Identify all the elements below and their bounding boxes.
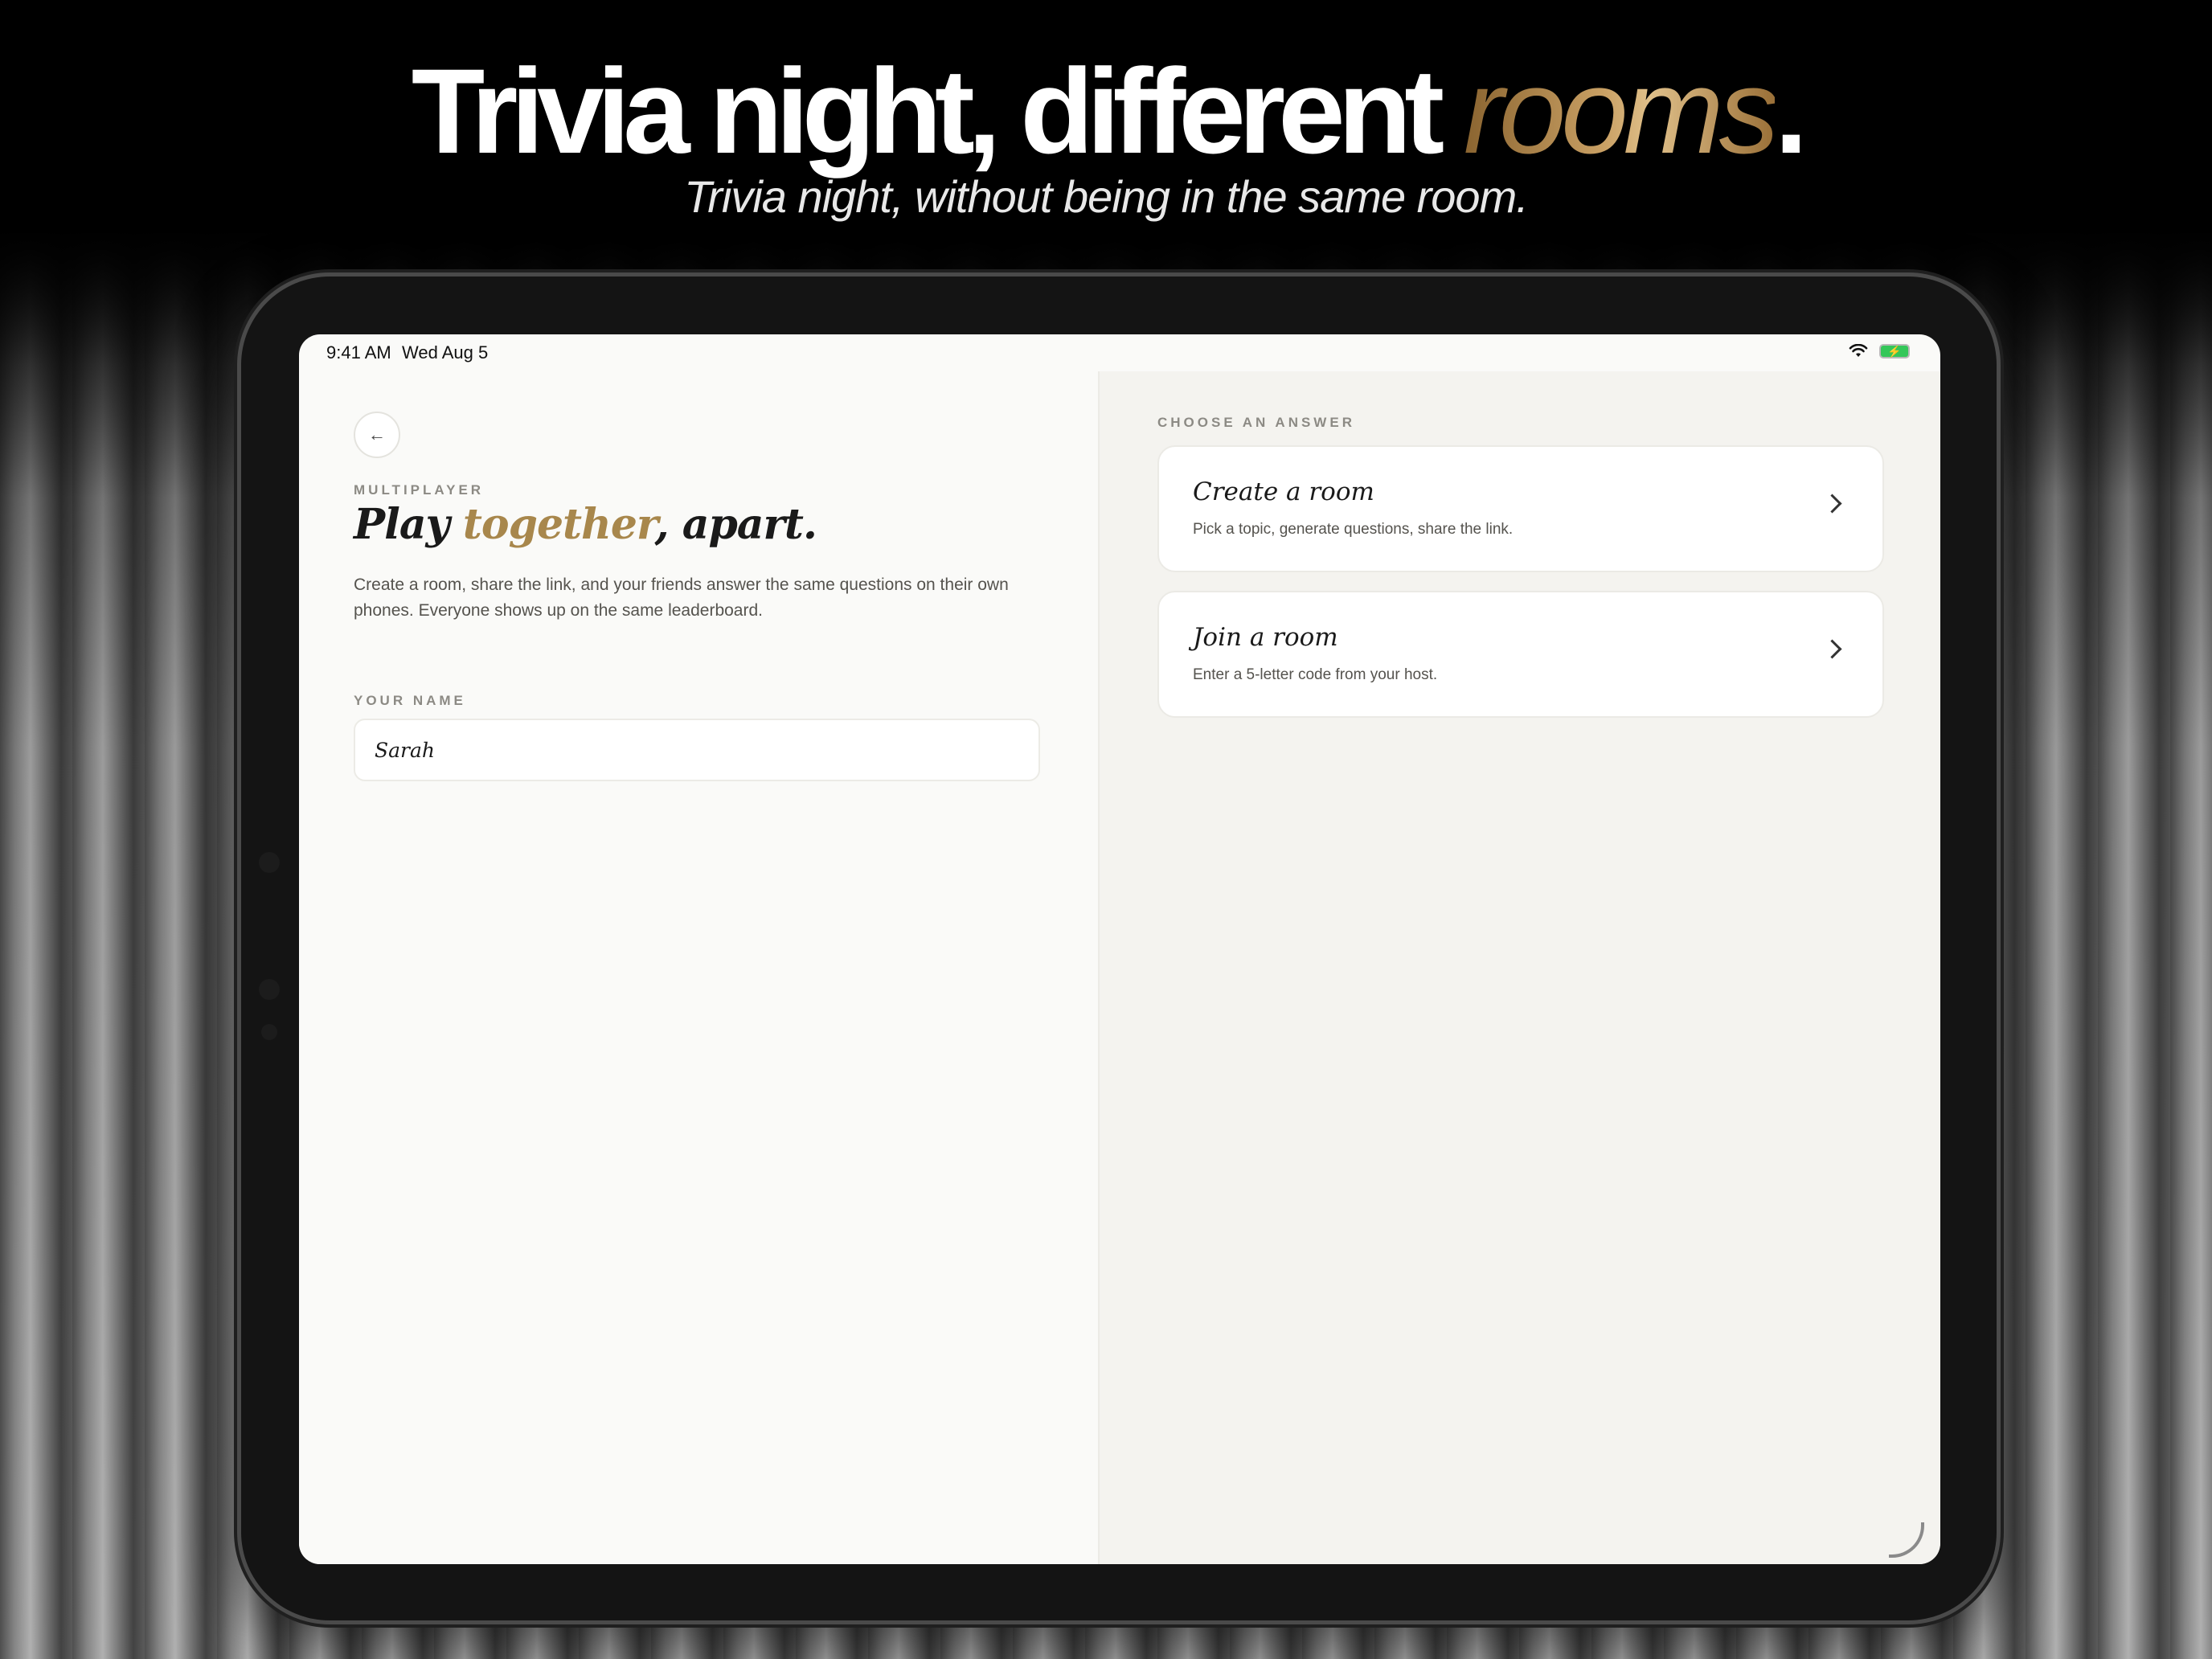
- create-room-title: Create a room: [1193, 477, 1374, 506]
- join-room-button[interactable]: Join a room Enter a 5-letter code from y…: [1157, 591, 1884, 718]
- headline-accent: rooms: [1463, 43, 1780, 178]
- chevron-right-icon: [1822, 494, 1842, 514]
- page-title: Play together, apart.: [354, 500, 817, 549]
- camera-dot: [261, 1024, 277, 1040]
- camera-dot: [259, 979, 280, 1000]
- battery-charging-icon: ⚡: [1879, 344, 1910, 358]
- name-field-label: YOUR NAME: [354, 693, 466, 708]
- marketing-headline: Trivia night, different rooms.: [0, 39, 2212, 183]
- marketing-subheadline: Trivia night, without being in the same …: [684, 171, 1529, 222]
- arrow-left-icon: ←: [368, 424, 386, 444]
- back-button[interactable]: ←: [354, 412, 400, 458]
- section-eyebrow: MULTIPLAYER: [354, 482, 485, 498]
- join-room-subtitle: Enter a 5-letter code from your host.: [1193, 666, 1438, 683]
- headline-main: Trivia night, different: [411, 43, 1464, 178]
- right-pane: CHOOSE AN ANSWER Create a room Pick a to…: [1098, 371, 1940, 1564]
- status-bar: 9:41 AM Wed Aug 5 ⚡: [299, 334, 1940, 371]
- camera-dot: [259, 852, 280, 873]
- create-room-subtitle: Pick a topic, generate questions, share …: [1193, 521, 1514, 538]
- wifi-icon: [1849, 344, 1868, 357]
- headline-period: .: [1774, 43, 1809, 178]
- title-accent: together: [462, 500, 656, 549]
- title-pre: Play: [354, 500, 463, 549]
- status-time: 9:41 AM: [326, 342, 391, 363]
- name-input[interactable]: [354, 719, 1040, 781]
- status-date: Wed Aug 5: [402, 342, 489, 363]
- join-room-title: Join a room: [1193, 623, 1338, 652]
- choices-eyebrow: CHOOSE AN ANSWER: [1157, 415, 1355, 430]
- page-description: Create a room, share the link, and your …: [354, 576, 1009, 620]
- title-post: , apart.: [654, 500, 817, 549]
- left-pane: ← MULTIPLAYER Play together, apart. Crea…: [299, 371, 1098, 1564]
- tablet-screen: 9:41 AM Wed Aug 5 ⚡ ← MULTIPLAYER Play t…: [299, 334, 1940, 1564]
- create-room-button[interactable]: Create a room Pick a topic, generate que…: [1157, 445, 1884, 572]
- chevron-right-icon: [1822, 639, 1842, 659]
